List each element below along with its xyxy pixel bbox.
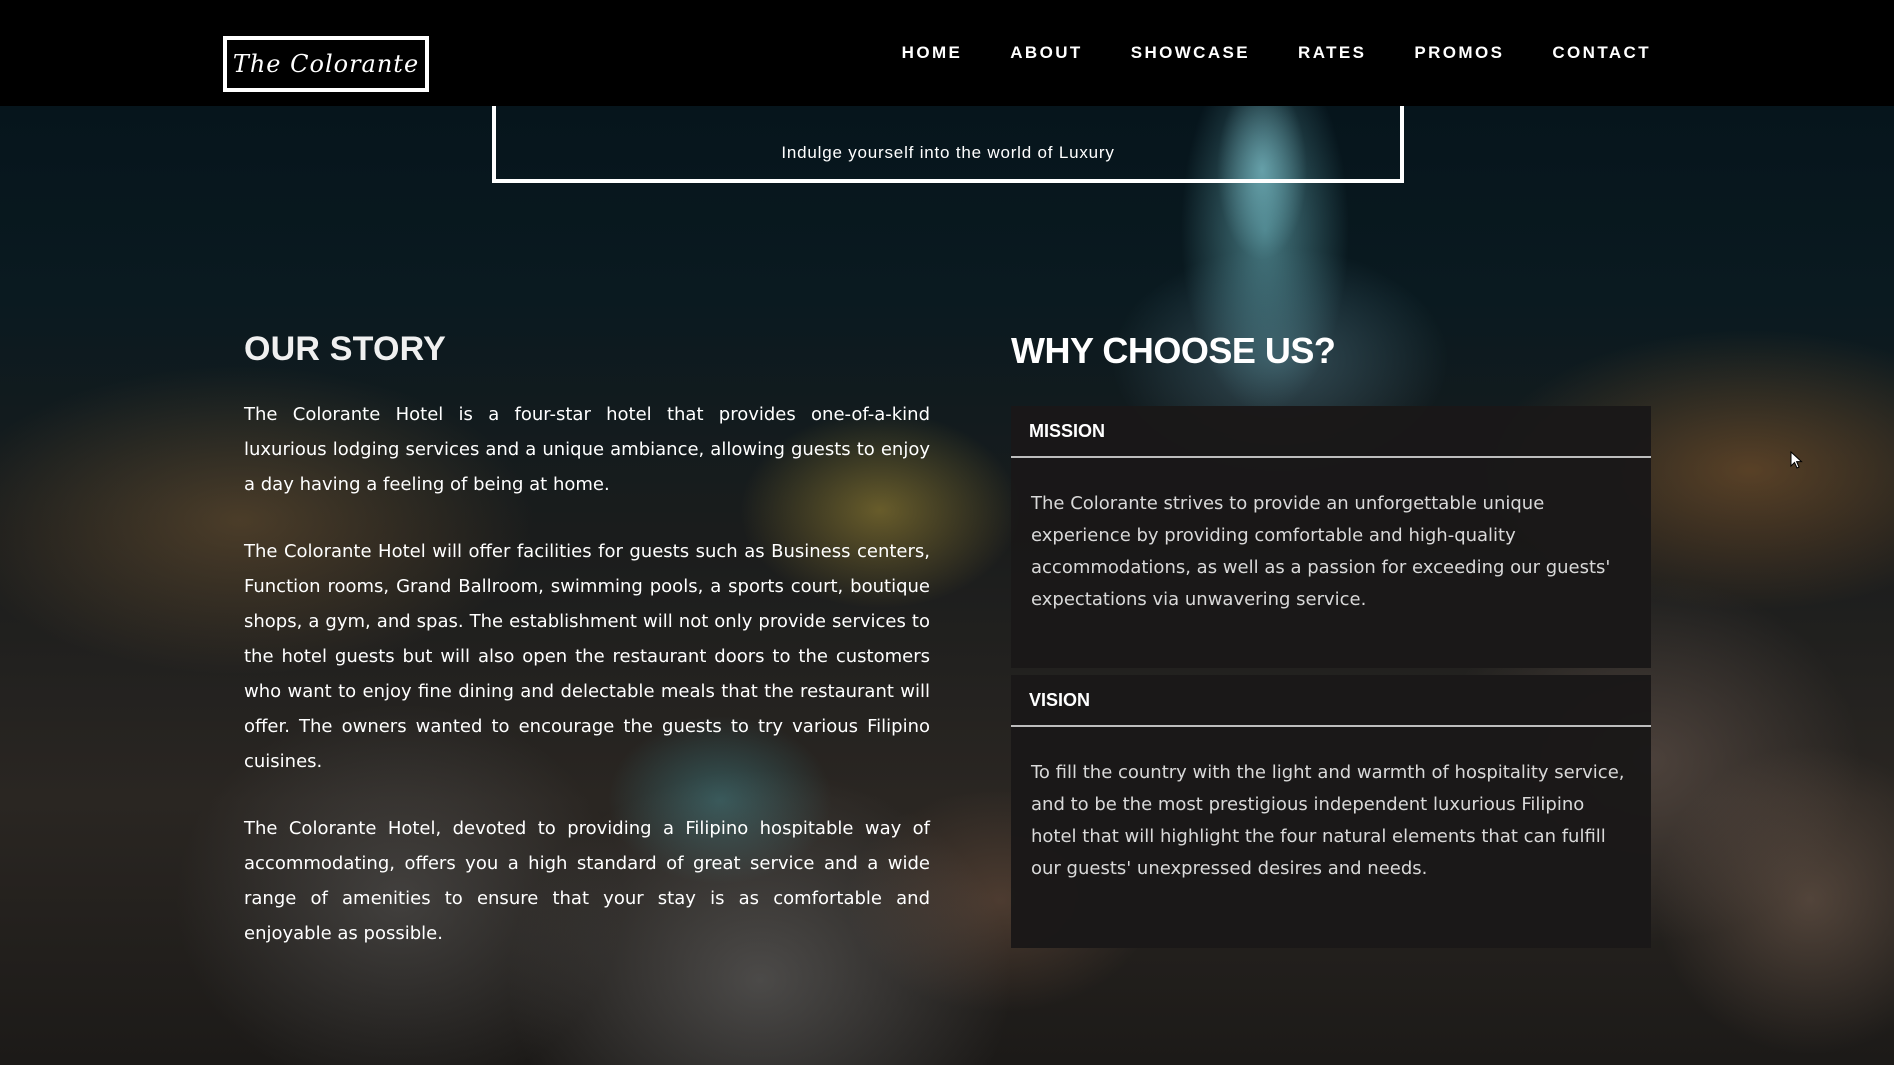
mission-card: MISSION The Colorante strives to provide…	[1011, 406, 1651, 668]
vision-card: VISION To fill the country with the ligh…	[1011, 675, 1651, 948]
hero-subtitle: Indulge yourself into the world of Luxur…	[781, 143, 1115, 162]
nav-rates-link[interactable]: RATES	[1298, 43, 1366, 63]
why-choose-us-title: WHY CHOOSE US?	[1011, 330, 1336, 371]
main-nav: HOME ABOUT SHOWCASE RATES PROMOS CONTACT	[854, 0, 1651, 106]
story-paragraph-3: The Colorante Hotel, devoted to providin…	[244, 818, 930, 944]
site-logo[interactable]: The Colorante	[223, 36, 429, 92]
mouse-pointer-icon	[1790, 451, 1803, 469]
vision-text: To fill the country with the light and w…	[1031, 762, 1625, 879]
top-navigation-bar: The Colorante HOME ABOUT SHOWCASE RATES …	[0, 0, 1894, 106]
nav-about-link[interactable]: ABOUT	[1010, 43, 1082, 63]
why-choose-us-section: WHY CHOOSE US? MISSION The Colorante str…	[1011, 330, 1651, 948]
nav-home-link[interactable]: HOME	[902, 43, 963, 63]
nav-promos-link[interactable]: PROMOS	[1414, 43, 1504, 63]
our-story-title: OUR STORY	[244, 330, 447, 368]
nav-showcase-link[interactable]: SHOWCASE	[1131, 43, 1250, 63]
logo-text: The Colorante	[232, 50, 420, 78]
mission-heading[interactable]: MISSION	[1011, 406, 1651, 458]
nav-contact-link[interactable]: CONTACT	[1552, 43, 1651, 63]
mission-text: The Colorante strives to provide an unfo…	[1031, 493, 1611, 610]
our-story-section: OUR STORY The Colorante Hotel is a four-…	[244, 330, 930, 951]
vision-heading[interactable]: VISION	[1011, 675, 1651, 727]
story-paragraph-2: The Colorante Hotel will offer facilitie…	[244, 541, 930, 772]
story-paragraph-1: The Colorante Hotel is a four-star hotel…	[244, 404, 930, 495]
